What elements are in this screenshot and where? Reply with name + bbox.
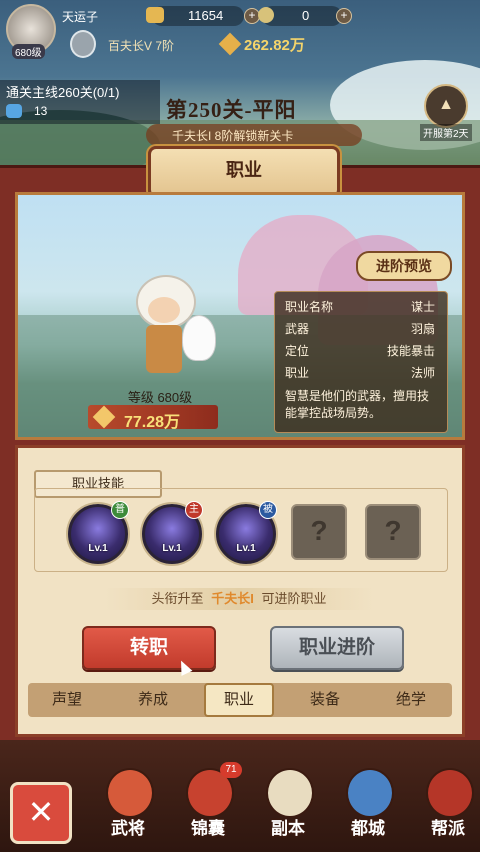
quest-count: 13 — [34, 104, 48, 118]
info-key: 职业 — [285, 366, 310, 380]
city-icon — [346, 768, 394, 818]
tab-bar: 声望 养成 职业 装备 绝学 — [28, 683, 452, 717]
skill-slot[interactable]: Lv.1 主 — [142, 501, 203, 564]
change-profession-button[interactable]: 转职 — [82, 626, 216, 670]
info-key: 定位 — [285, 344, 310, 358]
info-value: 法师 — [410, 366, 435, 380]
quest-tracker[interactable]: 通关主线260关(0/1) 13 — [0, 80, 160, 124]
chevron-up-icon: ▲ — [438, 96, 454, 113]
locked-skill-slot[interactable]: ? — [291, 504, 347, 560]
quest-reward-icon — [6, 104, 22, 118]
token-amount: 0 — [302, 8, 310, 23]
skill-level: Lv.1 — [162, 543, 182, 554]
quest-label: 通关主线260关(0/1) — [6, 85, 120, 100]
add-token-button[interactable]: + — [336, 8, 352, 24]
advance-hint: 头衔升至 千夫长I 可进阶职业 — [104, 588, 374, 610]
gold-icon — [146, 7, 164, 23]
bottom-nav: ✕ 武将 锦囊 71 副本 都城 帮派 — [0, 740, 480, 852]
tab-1[interactable]: 养成 — [118, 683, 188, 717]
notification-badge: 71 — [220, 762, 242, 778]
advance-profession-button[interactable]: 职业进阶 — [270, 626, 404, 670]
guild-icon — [426, 768, 474, 818]
player-title: 百夫长V 7阶 — [108, 39, 175, 53]
info-key: 武器 — [285, 322, 310, 336]
profession-info-box: 职业名称 谋士武器 羽扇定位 技能暴击职业 法师 智慧是他们的武器，擅用技能掌控战场局势… — [274, 291, 448, 433]
hero-level: 等级 680级 — [127, 390, 193, 405]
advance-hint-rank: 千夫长I — [211, 591, 254, 606]
server-day-label: 开服第2天 — [420, 124, 472, 141]
info-value: 羽扇 — [410, 322, 435, 336]
skill-type-tag: 普 — [111, 501, 129, 519]
info-value: 谋士 — [410, 300, 435, 314]
player-name: 天运子 — [62, 10, 99, 24]
player-power: 262.82万 — [244, 37, 305, 54]
power-icon — [92, 405, 116, 429]
info-value: 技能暴击 — [386, 344, 435, 358]
nav-label: 锦囊 — [191, 819, 225, 838]
nav-guild-button[interactable]: 帮派 — [412, 762, 480, 838]
hero-figure[interactable] — [114, 275, 224, 385]
advance-preview-label: 进阶预览 — [376, 258, 432, 274]
nav-scroll-button[interactable]: 副本 — [252, 762, 324, 838]
player-level: 680级 — [12, 44, 45, 59]
stage-title: 第250关-平阳 — [166, 98, 297, 122]
general-icon — [106, 768, 154, 818]
close-icon: ✕ — [27, 794, 55, 830]
close-button[interactable]: ✕ — [10, 782, 72, 844]
panel-header: 职业 — [148, 146, 340, 198]
nav-label: 武将 — [111, 819, 145, 838]
stage-unlock-hint: 千夫长I 8阶解锁新关卡 — [146, 124, 362, 146]
tab-4[interactable]: 绝学 — [376, 683, 446, 717]
token-icon — [258, 7, 274, 23]
advance-hint-prefix: 头衔升至 — [151, 591, 204, 606]
profession-description: 智慧是他们的武器，擅用技能掌控战场局势。 — [285, 389, 430, 420]
nav-label: 副本 — [271, 819, 305, 838]
advance-profession-label: 职业进阶 — [298, 637, 375, 658]
gold-pill: 11654 — [146, 6, 244, 26]
nav-label: 帮派 — [431, 819, 465, 838]
nav-general-button[interactable]: 武将 — [92, 762, 164, 838]
change-profession-label: 转职 — [129, 637, 168, 658]
skill-type-tag: 被 — [259, 501, 277, 519]
stage-unlock-text: 千夫长I 8阶解锁新关卡 — [172, 129, 294, 143]
token-pill: 0 — [258, 6, 342, 26]
expand-button[interactable]: ▲ — [424, 84, 468, 128]
hero-power: 77.28万 — [124, 414, 181, 431]
gold-amount: 11654 — [188, 8, 224, 23]
scroll-icon — [266, 768, 314, 818]
tab-2[interactable]: 职业 — [204, 683, 274, 717]
feather-fan-icon — [182, 315, 216, 361]
nav-city-button[interactable]: 都城 — [332, 762, 404, 838]
panel-title: 职业 — [226, 160, 262, 180]
advance-hint-suffix: 可进阶职业 — [261, 591, 327, 606]
skill-level: Lv.1 — [88, 543, 108, 554]
locked-skill-slot[interactable]: ? — [365, 504, 421, 560]
skill-slot[interactable]: Lv.1 普 — [68, 501, 129, 564]
skill-level: Lv.1 — [236, 543, 256, 554]
nav-label: 都城 — [351, 819, 385, 838]
advance-preview-button[interactable]: 进阶预览 — [356, 251, 452, 281]
hero-portrait-area: 进阶预览 职业名称 谋士武器 羽扇定位 技能暴击职业 法师 智慧是他们的武器，擅用技能掌… — [15, 192, 465, 440]
tab-3[interactable]: 装备 — [290, 683, 360, 717]
nav-pouch-button[interactable]: 锦囊 71 — [172, 762, 244, 838]
rank-badge-icon — [70, 30, 96, 58]
skill-slot[interactable]: Lv.1 被 — [216, 501, 277, 564]
tab-0[interactable]: 声望 — [32, 683, 102, 717]
info-key: 职业名称 — [285, 300, 334, 314]
hero-power-plate: 77.28万 — [88, 405, 218, 431]
skill-type-tag: 主 — [185, 501, 203, 519]
